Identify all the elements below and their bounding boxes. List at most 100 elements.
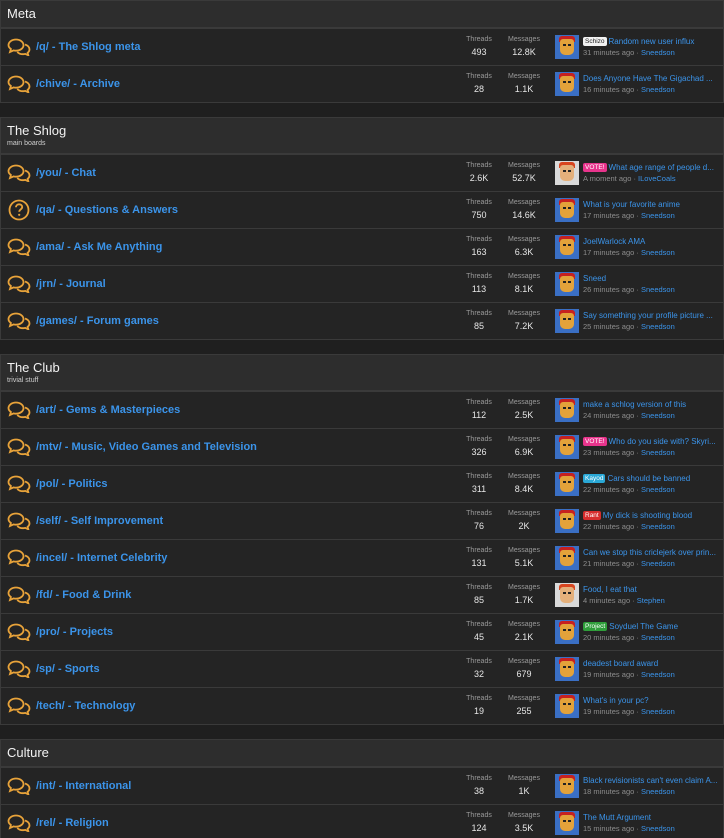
latest-thread-link[interactable]: VOTE! What age range of people d... [583,162,723,173]
latest-thread-title[interactable]: The Mutt Argument [583,813,651,822]
latest-post-user[interactable]: Sneedson [641,707,675,716]
category-header[interactable]: The Shlog main boards [1,118,723,154]
latest-post-user[interactable]: ILoveCoals [638,174,676,183]
latest-thread-link[interactable]: Say something your profile picture ... [583,310,723,321]
user-avatar[interactable] [555,583,579,607]
user-avatar[interactable] [555,435,579,459]
forum-node-link[interactable]: /incel/ - Internet Celebrity [34,552,457,564]
latest-thread-link[interactable]: The Mutt Argument [583,812,723,823]
user-avatar[interactable] [555,811,579,835]
latest-thread-title[interactable]: Sneed [583,274,606,283]
user-avatar[interactable] [555,35,579,59]
latest-thread-link[interactable]: What's in your pc? [583,695,723,706]
latest-thread-title[interactable]: deadest board award [583,659,658,668]
forum-node-link[interactable]: /rel/ - Religion [34,817,457,829]
latest-thread-title[interactable]: Cars should be banned [607,474,690,483]
category-title[interactable]: Culture [7,745,717,761]
forum-node-link[interactable]: /pro/ - Projects [34,626,457,638]
category-title[interactable]: The Shlog [7,123,717,139]
user-avatar[interactable] [555,620,579,644]
latest-thread-link[interactable]: make a schlog version of this [583,399,723,410]
user-avatar[interactable] [555,546,579,570]
forum-node-link[interactable]: /art/ - Gems & Masterpieces [34,404,457,416]
forum-node-link[interactable]: /chive/ - Archive [34,78,457,90]
latest-post-user[interactable]: Sneedson [641,485,675,494]
forum-node-link[interactable]: /self/ - Self Improvement [34,515,457,527]
forum-node-link[interactable]: /jrn/ - Journal [34,278,457,290]
latest-thread-link[interactable]: Rant My dick is shooting blood [583,510,723,521]
latest-post-user[interactable]: Sneedson [641,448,675,457]
latest-post-user[interactable]: Sneedson [641,522,675,531]
latest-post-user[interactable]: Sneedson [641,48,675,57]
category-header[interactable]: The Club trivial stuff [1,355,723,391]
user-avatar[interactable] [555,472,579,496]
category-header[interactable]: Culture [1,740,723,767]
latest-post-user[interactable]: Sneedson [641,85,675,94]
latest-thread-title[interactable]: What age range of people d... [609,163,714,172]
latest-thread-link[interactable]: What is your favorite anime [583,199,723,210]
latest-post-user[interactable]: Sneedson [641,670,675,679]
forum-node-link[interactable]: /mtv/ - Music, Video Games and Televisio… [34,441,457,453]
latest-thread-title[interactable]: What's in your pc? [583,696,649,705]
latest-thread-link[interactable]: deadest board award [583,658,723,669]
latest-thread-link[interactable]: Schizo Random new user influx [583,36,723,47]
user-avatar[interactable] [555,161,579,185]
latest-thread-link[interactable]: VOTE! Who do you side with? Skyri... [583,436,723,447]
forum-node-link[interactable]: /games/ - Forum games [34,315,457,327]
latest-thread-link[interactable]: Project Soyduel The Game [583,621,723,632]
forum-node-link[interactable]: /you/ - Chat [34,167,457,179]
latest-thread-link[interactable]: JoelWarlock AMA [583,236,723,247]
forum-node-link[interactable]: /fd/ - Food & Drink [34,589,457,601]
latest-thread-title[interactable]: make a schlog version of this [583,400,686,409]
latest-thread-link[interactable]: Kayod Cars should be banned [583,473,723,484]
latest-thread-title[interactable]: Food, I eat that [583,585,637,594]
forum-node-link[interactable]: /qa/ - Questions & Answers [34,204,457,216]
user-avatar[interactable] [555,72,579,96]
category-title[interactable]: The Club [7,360,717,376]
latest-thread-title[interactable]: Does Anyone Have The Gigachad ... [583,74,713,83]
forum-node-link[interactable]: /tech/ - Technology [34,700,457,712]
latest-post-user[interactable]: Sneedson [641,411,675,420]
threads-count: 163 [471,247,487,257]
latest-thread-title[interactable]: JoelWarlock AMA [583,237,645,246]
latest-post-user[interactable]: Sneedson [641,211,675,220]
latest-thread-title[interactable]: My dick is shooting blood [603,511,692,520]
latest-thread-title[interactable]: Can we stop this criclejerk over prin... [583,548,716,557]
latest-post-user[interactable]: Sneedson [641,248,675,257]
latest-thread-title[interactable]: What is your favorite anime [583,200,680,209]
user-avatar[interactable] [555,398,579,422]
latest-thread-link[interactable]: Sneed [583,273,723,284]
latest-thread-title[interactable]: Soyduel The Game [609,622,678,631]
user-avatar[interactable] [555,657,579,681]
user-avatar[interactable] [555,774,579,798]
latest-post-user[interactable]: Sneedson [641,787,675,796]
user-avatar[interactable] [555,509,579,533]
user-avatar[interactable] [555,272,579,296]
forum-node-link[interactable]: /q/ - The Shlog meta [34,41,457,53]
user-avatar[interactable] [555,694,579,718]
user-avatar[interactable] [555,235,579,259]
latest-thread-link[interactable]: Can we stop this criclejerk over prin... [583,547,723,558]
latest-post-user[interactable]: Sneedson [641,285,675,294]
latest-post-user[interactable]: Sneedson [641,633,675,642]
latest-post-user[interactable]: Sneedson [641,559,675,568]
forum-node-link[interactable]: /pol/ - Politics [34,478,457,490]
user-avatar[interactable] [555,309,579,333]
forum-node-link[interactable]: /sp/ - Sports [34,663,457,675]
forum-node-link[interactable]: /int/ - International [34,780,457,792]
latest-thread-title[interactable]: Black revisionists can't even claim A... [583,776,717,785]
latest-thread-link[interactable]: Does Anyone Have The Gigachad ... [583,73,723,84]
category-header[interactable]: Meta [1,1,723,28]
latest-thread-link[interactable]: Food, I eat that [583,584,723,595]
latest-thread-link[interactable]: Black revisionists can't even claim A... [583,775,723,786]
latest-thread-title[interactable]: Say something your profile picture ... [583,311,713,320]
latest-thread-title[interactable]: Who do you side with? Skyri... [609,437,716,446]
category-title[interactable]: Meta [7,6,717,22]
forum-node-row: /sp/ - Sports Threads 32 Messages 679 deadest… [1,650,723,687]
latest-post-user[interactable]: Sneedson [641,824,675,833]
latest-post-user[interactable]: Sneedson [641,322,675,331]
latest-post-user[interactable]: Stephen [637,596,665,605]
user-avatar[interactable] [555,198,579,222]
latest-thread-title[interactable]: Random new user influx [609,37,695,46]
forum-node-link[interactable]: /ama/ - Ask Me Anything [34,241,457,253]
